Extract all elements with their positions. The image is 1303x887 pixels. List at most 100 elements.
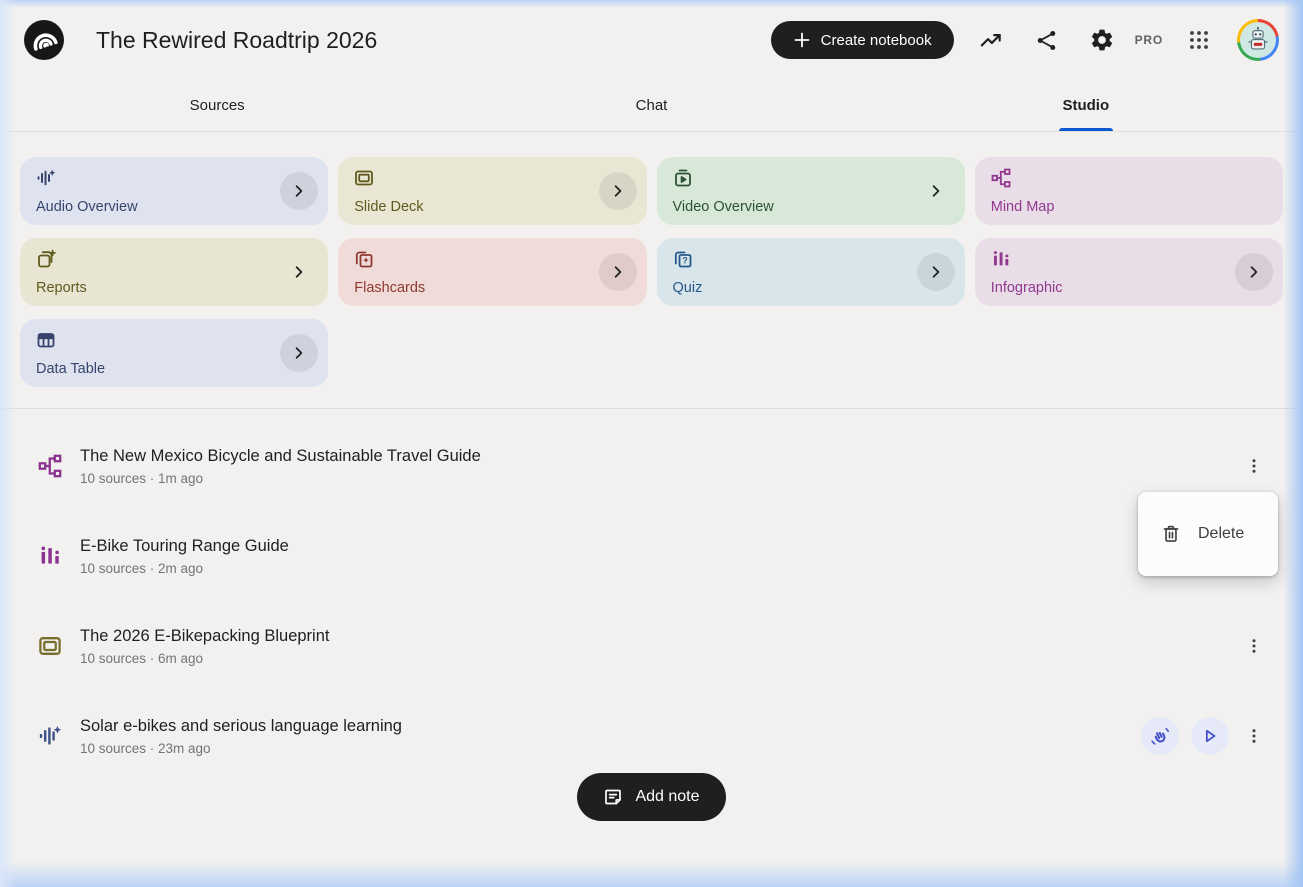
audio-waveform-sparkle-icon xyxy=(38,724,62,748)
note-title: The 2026 E-Bikepacking Blueprint xyxy=(80,626,330,645)
audio-waveform-sparkle-icon xyxy=(36,168,56,188)
studio-card-audio-overview[interactable]: Audio Overview xyxy=(20,157,329,225)
share-icon xyxy=(1034,28,1059,53)
note-icon xyxy=(603,787,623,807)
note-text: Solar e-bikes and serious language learn… xyxy=(80,717,1141,756)
note-title: The New Mexico Bicycle and Sustainable T… xyxy=(80,446,481,465)
avatar-robot xyxy=(1240,22,1276,58)
list-item-mind-map[interactable]: The New Mexico Bicycle and Sustainable T… xyxy=(38,421,1267,511)
play-audio-button[interactable] xyxy=(1191,717,1229,755)
create-notebook-button[interactable]: Create notebook xyxy=(770,21,954,59)
more-options-button[interactable] xyxy=(1241,453,1267,479)
card-label: Mind Map xyxy=(990,199,1055,215)
chevron-right-icon[interactable] xyxy=(917,172,955,210)
interactive-mode-button[interactable] xyxy=(1141,717,1179,755)
tab-sources[interactable]: Sources xyxy=(0,80,434,131)
list-item-slide-deck[interactable]: The 2026 E-Bikepacking Blueprint 10 sour… xyxy=(38,601,1267,691)
apps-grid-icon xyxy=(1187,28,1211,52)
slide-deck-icon xyxy=(38,634,62,658)
chevron-right-icon[interactable] xyxy=(280,334,319,372)
settings-gear-icon xyxy=(1089,27,1115,53)
studio-card-quiz[interactable]: ? Quiz xyxy=(656,238,965,306)
mind-map-icon xyxy=(991,168,1011,188)
note-actions xyxy=(1241,453,1267,479)
trash-icon xyxy=(1160,523,1182,545)
plus-icon xyxy=(793,31,811,49)
studio-card-infographic[interactable]: Infographic xyxy=(974,238,1283,306)
chevron-right-icon[interactable] xyxy=(280,172,319,210)
infographic-bars-icon xyxy=(991,249,1011,269)
chevron-right-icon[interactable] xyxy=(598,172,637,210)
note-title: E-Bike Touring Range Guide xyxy=(80,536,289,555)
create-notebook-label: Create notebook xyxy=(820,31,932,49)
note-title: Solar e-bikes and serious language learn… xyxy=(80,716,402,735)
trending-up-icon xyxy=(978,27,1004,53)
note-actions xyxy=(1241,633,1267,659)
note-text: E-Bike Touring Range Guide 10 sources · … xyxy=(80,537,1267,576)
card-label: Quiz xyxy=(672,280,703,296)
notebooklm-logo[interactable] xyxy=(24,20,64,60)
note-meta: 10 sources · 23m ago xyxy=(80,740,211,756)
tab-studio-active-underline xyxy=(1058,128,1113,131)
slide-deck-icon xyxy=(354,168,374,188)
studio-card-slide-deck[interactable]: Slide Deck xyxy=(338,157,647,225)
infographic-bars-icon xyxy=(38,544,62,568)
svg-text:?: ? xyxy=(682,255,688,265)
note-meta: 10 sources · 1m ago xyxy=(80,470,204,486)
add-note-label: Add note xyxy=(635,788,700,805)
studio-card-video-overview[interactable]: Video Overview xyxy=(656,157,965,225)
list-item-audio-overview[interactable]: Solar e-bikes and serious language learn… xyxy=(38,691,1267,781)
app-header: The Rewired Roadtrip 2026 Create noteboo… xyxy=(0,0,1303,80)
card-label: Slide Deck xyxy=(354,199,424,215)
account-avatar[interactable] xyxy=(1237,19,1279,61)
studio-output-list: The New Mexico Bicycle and Sustainable T… xyxy=(0,409,1303,781)
page-edge-glow-bottom xyxy=(0,861,1303,887)
tab-studio[interactable]: Studio xyxy=(869,80,1303,131)
data-table-icon xyxy=(36,330,56,350)
list-item-infographic[interactable]: E-Bike Touring Range Guide 10 sources · … xyxy=(38,511,1267,601)
context-menu: Delete xyxy=(1138,492,1278,576)
note-actions xyxy=(1141,717,1267,755)
header-actions: Create notebook PRO xyxy=(770,19,1279,61)
chevron-right-icon[interactable] xyxy=(280,253,318,291)
tab-chat-label: Chat xyxy=(635,97,668,114)
flashcards-icon xyxy=(354,249,374,269)
card-label: Audio Overview xyxy=(36,199,138,215)
chevron-right-icon[interactable] xyxy=(1235,253,1273,291)
wave-hand-icon xyxy=(1149,725,1171,747)
play-icon xyxy=(1201,727,1219,745)
tab-studio-label: Studio xyxy=(1062,97,1110,114)
note-meta: 10 sources · 2m ago xyxy=(80,560,204,576)
share-button[interactable] xyxy=(1028,22,1065,59)
video-overview-icon xyxy=(673,168,693,188)
note-text: The New Mexico Bicycle and Sustainable T… xyxy=(80,447,1241,486)
settings-button[interactable] xyxy=(1083,21,1121,59)
note-meta: 10 sources · 6m ago xyxy=(80,650,204,666)
chevron-right-icon[interactable] xyxy=(916,253,955,291)
notebook-title[interactable]: The Rewired Roadtrip 2026 xyxy=(96,27,771,54)
tab-sources-label: Sources xyxy=(189,97,245,114)
panel-tabs: Sources Chat Studio xyxy=(0,80,1303,132)
card-label: Data Table xyxy=(36,361,106,377)
card-label: Video Overview xyxy=(672,199,774,215)
studio-card-grid: Audio Overview Slide Deck Video Overview xyxy=(0,132,1303,387)
card-label: Infographic xyxy=(990,280,1063,296)
reports-icon xyxy=(36,249,56,269)
studio-card-mind-map[interactable]: Mind Map xyxy=(974,157,1283,225)
delete-menu-item[interactable]: Delete xyxy=(1198,525,1244,543)
note-text: The 2026 E-Bikepacking Blueprint 10 sour… xyxy=(80,627,1241,666)
quiz-icon: ? xyxy=(673,249,693,269)
studio-card-flashcards[interactable]: Flashcards xyxy=(338,238,647,306)
google-apps-button[interactable] xyxy=(1181,22,1217,58)
more-options-button[interactable] xyxy=(1241,633,1267,659)
chevron-right-icon[interactable] xyxy=(598,253,637,291)
card-label: Flashcards xyxy=(354,280,426,296)
pro-badge: PRO xyxy=(1134,33,1163,47)
tab-chat[interactable]: Chat xyxy=(434,80,868,131)
analytics-button[interactable] xyxy=(972,21,1010,59)
studio-card-data-table[interactable]: Data Table xyxy=(20,319,329,387)
card-label: Reports xyxy=(36,280,87,296)
studio-card-reports[interactable]: Reports xyxy=(20,238,329,306)
mind-map-icon xyxy=(38,454,62,478)
more-options-button[interactable] xyxy=(1241,723,1267,749)
